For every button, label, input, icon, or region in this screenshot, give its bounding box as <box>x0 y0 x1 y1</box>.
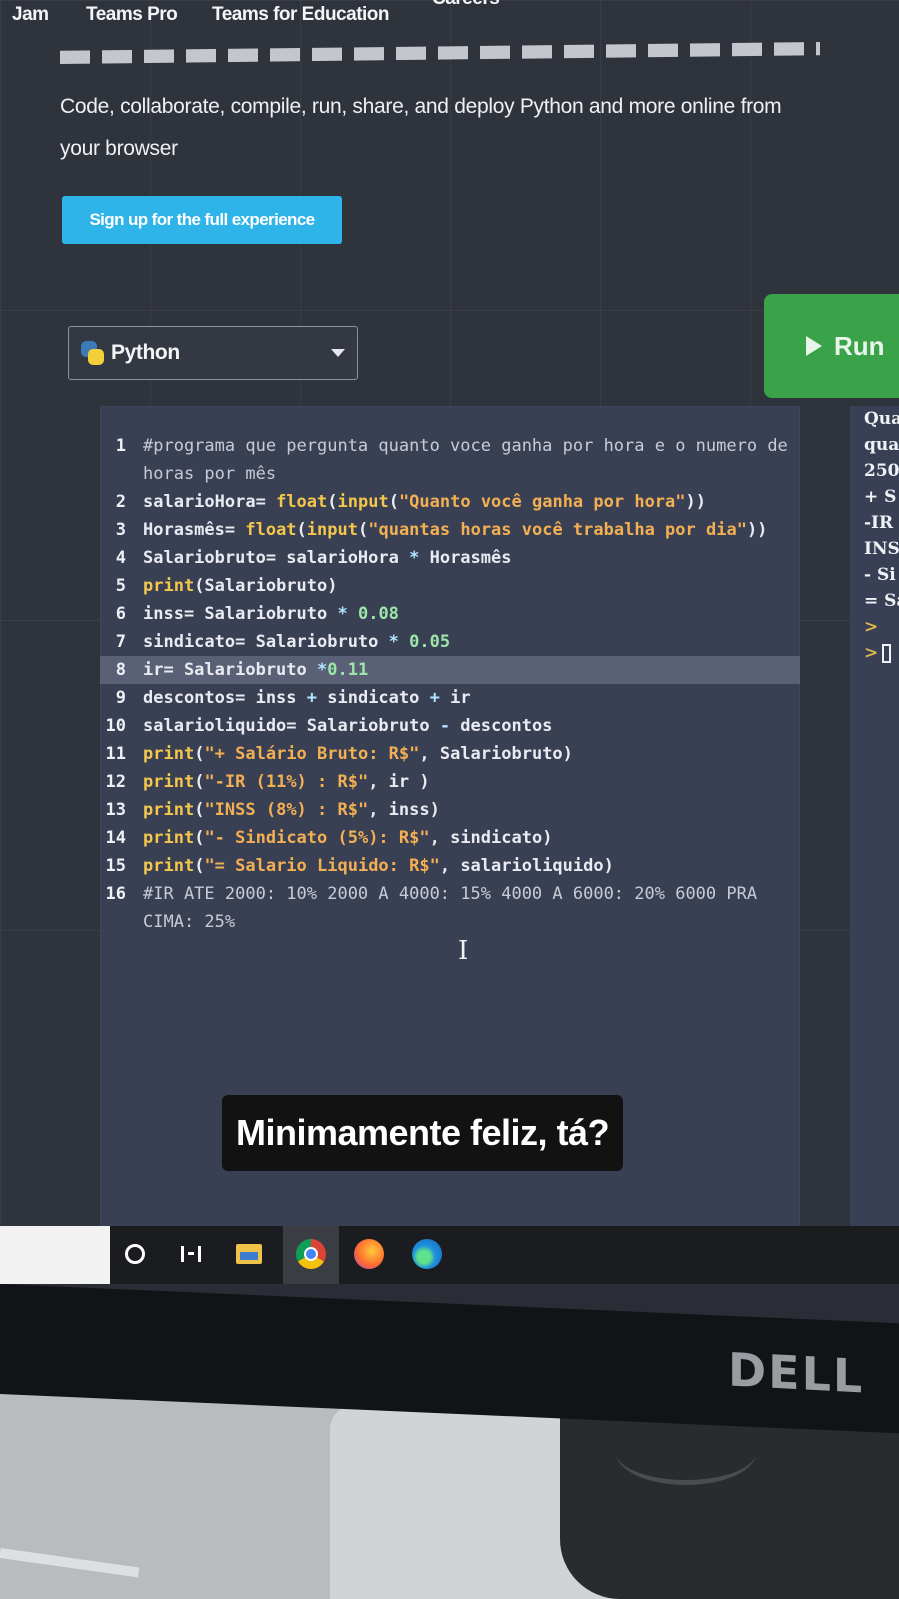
line-number: 15 <box>105 856 126 876</box>
line-number: 3 <box>115 520 126 540</box>
file-explorer-icon[interactable] <box>232 1237 266 1271</box>
nav-link-teams-education[interactable]: Teams for Education <box>212 4 390 26</box>
run-button[interactable]: Run <box>764 294 899 398</box>
code-line[interactable]: 13 print("INSS (8%) : R$", inss) <box>100 796 800 824</box>
code-text: print("-IR (11%) : R$", ir ) <box>143 772 430 792</box>
signup-button[interactable]: Sign up for the full experience <box>62 196 342 244</box>
line-number: 8 <box>115 660 126 680</box>
code-text: #IR ATE 2000: 10% 2000 A 4000: 15% 4000 … <box>143 884 768 932</box>
line-number: 6 <box>115 604 126 624</box>
output-line: - Si <box>864 565 896 585</box>
line-number: 1 <box>115 436 126 456</box>
edge-icon[interactable] <box>410 1237 444 1271</box>
line-number: 5 <box>115 576 126 596</box>
chrome-icon[interactable] <box>294 1237 328 1271</box>
output-line: Qua <box>864 409 899 429</box>
output-line: = Sa <box>864 591 899 611</box>
code-lines: 1 #programa que pergunta quanto voce ganh… <box>100 432 800 936</box>
browser-screen: Jam Teams Pro Teams for Education Career… <box>0 0 899 1280</box>
code-line[interactable]: 5 print(Salariobruto) <box>100 572 800 600</box>
output-line: qua <box>864 435 899 455</box>
line-number: 4 <box>115 548 126 568</box>
console-cursor <box>882 644 892 663</box>
output-line: INS <box>864 539 899 559</box>
text-cursor-icon: I <box>458 936 469 966</box>
code-text: print("= Salario Liquido: R$", salarioli… <box>143 856 614 876</box>
line-number: 14 <box>105 828 126 848</box>
code-text: ir= Salariobruto *0.11 <box>143 660 369 680</box>
line-number: 12 <box>105 772 126 792</box>
task-view-icon[interactable] <box>174 1237 208 1271</box>
monitor-stand-ring <box>616 1420 756 1485</box>
line-number: 16 <box>105 884 126 904</box>
dell-logo: DELL <box>728 1342 865 1404</box>
code-line[interactable]: 7 sindicato= Salariobruto * 0.05 <box>100 628 800 656</box>
console-prompt: > <box>864 617 879 637</box>
output-line: -IR <box>864 513 894 533</box>
code-line[interactable]: 4 Salariobruto= salarioHora * Horasmês <box>100 544 800 572</box>
code-line[interactable]: 6 inss= Salariobruto * 0.08 <box>100 600 800 628</box>
hero-heading-cropped <box>60 42 820 64</box>
code-text: salarioliquido= Salariobruto - descontos <box>143 716 553 736</box>
console-prompt: > <box>850 640 899 666</box>
code-text: #programa que pergunta quanto voce ganha… <box>143 436 799 484</box>
hero-tagline: Code, collaborate, compile, run, share, … <box>60 95 782 160</box>
cortana-icon[interactable] <box>118 1237 152 1271</box>
code-line[interactable]: 12 print("-IR (11%) : R$", ir ) <box>100 768 800 796</box>
nav-link-jam[interactable]: Jam <box>12 4 49 26</box>
code-line[interactable]: 8 ir= Salariobruto *0.11 <box>100 656 800 684</box>
code-line[interactable]: 9 descontos= inss + sindicato + ir <box>100 684 800 712</box>
code-text: print("- Sindicato (5%): R$", sindicato) <box>143 828 553 848</box>
output-line: + S <box>864 487 897 507</box>
taskbar-search-box[interactable] <box>0 1226 110 1284</box>
line-number: 13 <box>105 800 126 820</box>
code-line[interactable]: 14 print("- Sindicato (5%): R$", sindicat… <box>100 824 800 852</box>
code-text: sindicato= Salariobruto * 0.05 <box>143 632 451 652</box>
output-line: 250 <box>864 461 899 481</box>
python-icon <box>79 340 105 366</box>
firefox-icon[interactable] <box>352 1237 386 1271</box>
code-line[interactable]: 11 print("+ Salário Bruto: R$", Salariobr… <box>100 740 800 768</box>
language-label: Python <box>111 341 180 364</box>
nav-link-teams-pro[interactable]: Teams Pro <box>86 4 178 26</box>
code-line[interactable]: 1 #programa que pergunta quanto voce ganh… <box>100 432 800 488</box>
language-select[interactable]: Python <box>68 326 358 380</box>
code-text: salarioHora= float(input("Quanto você ga… <box>143 492 706 512</box>
code-text: descontos= inss + sindicato + ir <box>143 688 471 708</box>
code-line[interactable]: 3 Horasmês= float(input("quantas horas vo… <box>100 516 800 544</box>
code-line[interactable]: 16 #IR ATE 2000: 10% 2000 A 4000: 15% 400… <box>100 880 800 936</box>
code-text: inss= Salariobruto * 0.08 <box>143 604 399 624</box>
run-label: Run <box>834 330 885 361</box>
output-console[interactable]: Qua qua 250 + S -IR INS - Si = Sa > > <box>850 406 899 1256</box>
code-line[interactable]: 2 salarioHora= float(input("Quanto você g… <box>100 488 800 516</box>
video-caption: Minimamente feliz, tá? <box>222 1095 624 1171</box>
code-text: print("+ Salário Bruto: R$", Salariobrut… <box>143 744 573 764</box>
play-icon <box>806 336 822 356</box>
line-number: 10 <box>105 716 126 736</box>
top-nav: Jam Teams Pro Teams for Education Career… <box>0 0 899 34</box>
line-number: 11 <box>105 744 126 764</box>
windows-taskbar <box>0 1226 899 1284</box>
code-text: print(Salariobruto) <box>143 576 338 596</box>
line-number: 2 <box>115 492 126 512</box>
code-text: print("INSS (8%) : R$", inss) <box>143 800 440 820</box>
line-number: 9 <box>115 688 126 708</box>
code-line[interactable]: 10 salarioliquido= Salariobruto - descont… <box>100 712 800 740</box>
code-text: Horasmês= float(input("quantas horas voc… <box>143 520 768 540</box>
code-text: Salariobruto= salarioHora * Horasmês <box>143 548 512 568</box>
nav-link-careers[interactable]: Careers <box>432 0 500 10</box>
chevron-down-icon <box>331 349 345 357</box>
code-line[interactable]: 15 print("= Salario Liquido: R$", salario… <box>100 852 800 880</box>
line-number: 7 <box>115 632 126 652</box>
